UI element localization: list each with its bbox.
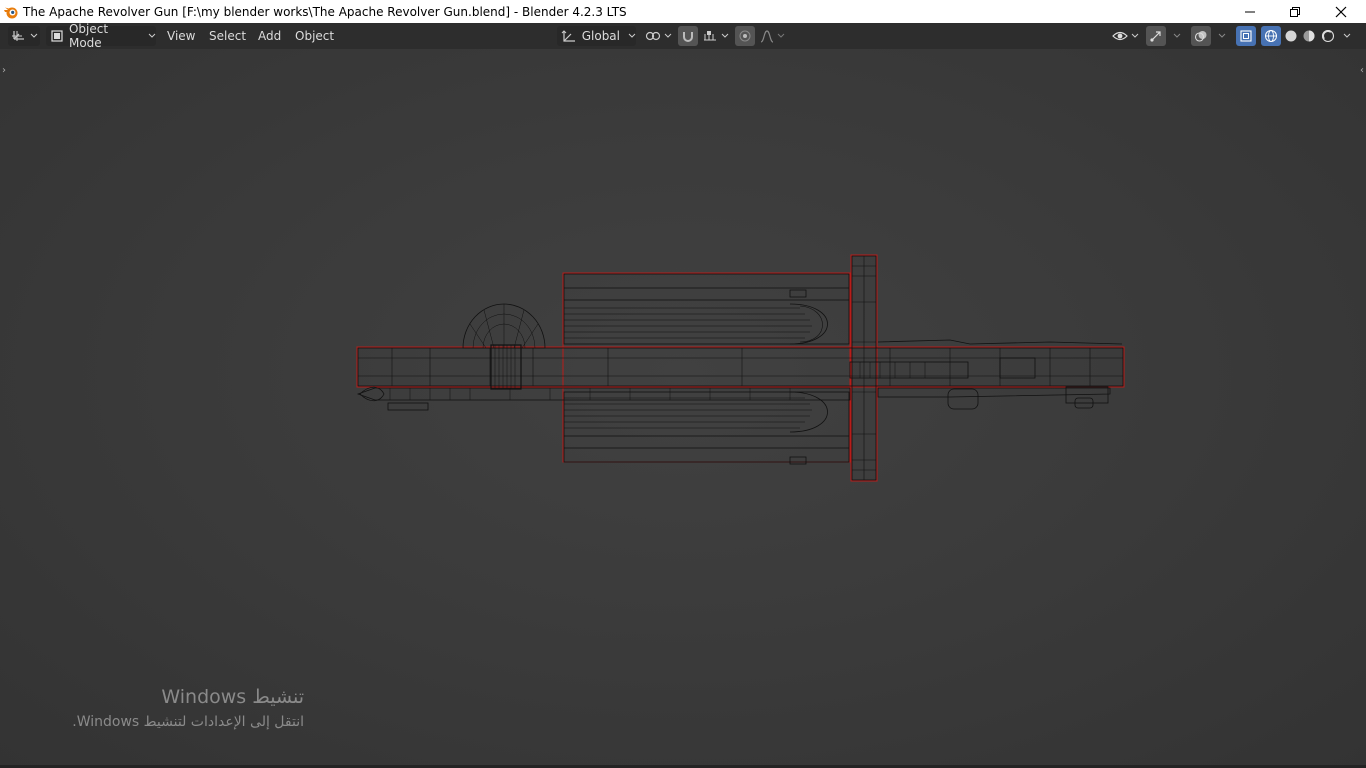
revolver-wireframe-model[interactable] — [350, 252, 1140, 492]
window-title-bar: The Apache Revolver Gun [F:\my blender w… — [0, 0, 1366, 23]
overlay-dropdown[interactable] — [1212, 26, 1228, 46]
chevron-down-icon — [1173, 33, 1181, 39]
overlay-toggle[interactable] — [1191, 26, 1211, 46]
menu-select[interactable]: Select — [209, 27, 246, 45]
snap-toggle[interactable] — [678, 26, 698, 46]
snap-target-dropdown[interactable] — [700, 26, 730, 46]
minimize-button[interactable] — [1227, 0, 1273, 23]
chevron-down-icon — [777, 33, 785, 39]
gizmo-toggle[interactable] — [1146, 26, 1166, 46]
chevron-down-icon — [1218, 33, 1226, 39]
restore-button[interactable] — [1272, 0, 1318, 23]
falloff-curve-icon — [760, 30, 773, 43]
menu-view[interactable]: View — [167, 27, 195, 45]
proportional-edit-toggle[interactable] — [735, 26, 755, 46]
viewport-header: Object Mode View Select Add Object Globa… — [0, 22, 1366, 50]
window-title: The Apache Revolver Gun [F:\my blender w… — [23, 4, 627, 19]
shading-wireframe-button[interactable] — [1261, 26, 1281, 46]
shading-solid-button[interactable] — [1281, 26, 1301, 46]
proportional-edit-icon — [739, 30, 751, 42]
windows-activation-title: تنشيط Windows — [161, 686, 304, 708]
transform-orientation-dropdown[interactable]: Global — [557, 26, 636, 46]
visibility-dropdown[interactable] — [1110, 26, 1140, 46]
toolbar-expand-arrow-icon[interactable]: › — [2, 65, 6, 76]
chevron-down-icon — [1131, 33, 1139, 39]
menu-object[interactable]: Object — [295, 27, 334, 45]
object-mode-icon — [51, 30, 63, 42]
gizmo-icon — [1150, 31, 1161, 42]
blender-logo-icon — [3, 4, 19, 20]
shading-material-button[interactable] — [1299, 26, 1319, 46]
gizmo-dropdown[interactable] — [1167, 26, 1183, 46]
chevron-down-icon — [30, 33, 38, 39]
restore-icon — [1290, 6, 1300, 17]
pivot-point-icon — [645, 31, 660, 41]
eye-visibility-icon — [1111, 31, 1128, 41]
sidebar-expand-arrow-icon[interactable]: ‹ — [1360, 65, 1364, 76]
windows-activation-hint: انتقل إلى الإعدادات لتنشيط Windows. — [72, 714, 304, 730]
overlay-icon — [1194, 31, 1207, 42]
minimize-icon — [1245, 11, 1255, 12]
wireframe-sphere-icon — [1265, 30, 1277, 42]
chevron-down-icon — [664, 33, 672, 39]
menu-add[interactable]: Add — [258, 27, 281, 45]
chevron-down-icon — [1343, 33, 1351, 39]
rendered-sphere-icon — [1321, 29, 1335, 43]
snap-magnet-icon — [683, 32, 693, 42]
close-icon — [1335, 6, 1347, 17]
solid-sphere-icon — [1285, 30, 1297, 42]
chevron-down-icon — [721, 33, 729, 39]
orientation-icon — [561, 30, 575, 42]
orientation-label: Global — [581, 29, 620, 43]
xray-icon — [1240, 30, 1252, 42]
pivot-point-dropdown[interactable] — [643, 26, 673, 46]
snap-increment-icon — [703, 31, 716, 41]
shading-options-dropdown[interactable] — [1338, 26, 1352, 46]
close-button[interactable] — [1318, 0, 1364, 23]
falloff-dropdown[interactable] — [757, 26, 787, 46]
chevron-down-icon — [628, 33, 636, 39]
mode-label: Object Mode — [68, 22, 109, 50]
editor-type-dropdown[interactable] — [8, 26, 40, 46]
3d-viewport[interactable]: › ‹ تنشيط Windows انتقل إلى الإعدادات لت… — [0, 49, 1366, 768]
chevron-down-icon — [148, 33, 156, 39]
3d-viewport-icon — [11, 31, 24, 41]
material-preview-sphere-icon — [1303, 30, 1315, 42]
object-mode-dropdown[interactable]: Object Mode — [46, 22, 156, 50]
shading-rendered-button[interactable] — [1318, 26, 1338, 46]
xray-toggle[interactable] — [1236, 26, 1256, 46]
